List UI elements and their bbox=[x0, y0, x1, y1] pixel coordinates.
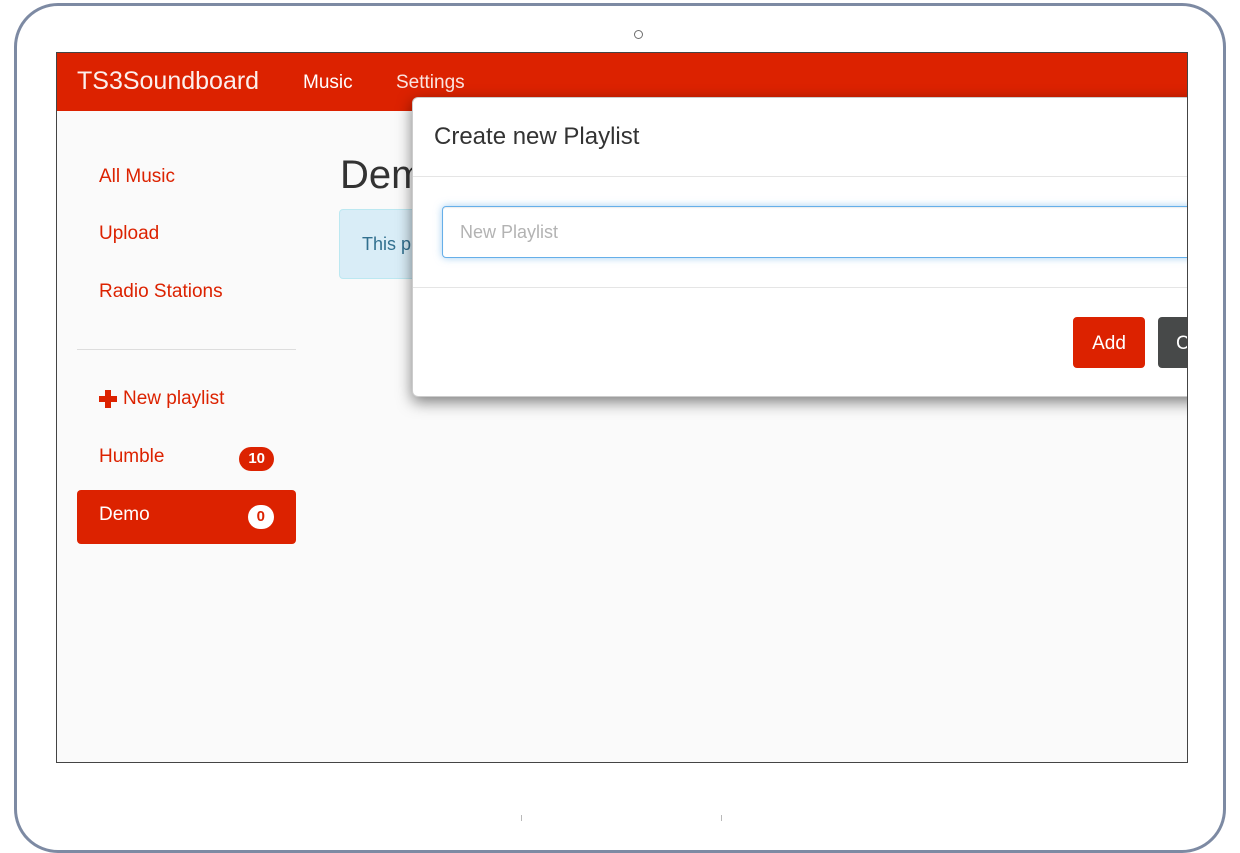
new-playlist-button[interactable]: New playlist bbox=[77, 374, 296, 428]
brand-logo[interactable]: TS3Soundboard bbox=[77, 67, 259, 96]
sidebar-divider bbox=[77, 349, 296, 350]
sidebar-item-all-music[interactable]: All Music bbox=[77, 152, 296, 206]
nav-settings[interactable]: Settings bbox=[396, 72, 465, 94]
sidebar-item-label: All Music bbox=[99, 166, 176, 187]
device-seam bbox=[721, 815, 722, 821]
sidebar-item-upload[interactable]: Upload bbox=[77, 209, 296, 263]
playlist-name-input[interactable] bbox=[442, 206, 1187, 258]
camera-icon bbox=[634, 30, 643, 39]
modal-header-divider bbox=[413, 176, 1187, 177]
plus-icon bbox=[99, 390, 117, 408]
modal-footer-divider bbox=[413, 287, 1187, 288]
sidebar-item-label: Radio Stations bbox=[99, 281, 223, 302]
playlist-label: Humble bbox=[99, 446, 165, 467]
playlist-count-badge: 10 bbox=[239, 447, 274, 471]
sidebar-playlist-demo[interactable]: Demo 0 bbox=[77, 490, 296, 544]
playlist-label: Demo bbox=[99, 504, 150, 525]
cancel-button[interactable]: C bbox=[1158, 317, 1187, 368]
sidebar-playlist-humble[interactable]: Humble 10 bbox=[77, 432, 296, 486]
playlist-count-badge: 0 bbox=[247, 505, 274, 529]
sidebar-item-label: Upload bbox=[99, 223, 160, 244]
create-playlist-modal: Create new Playlist Add C bbox=[412, 97, 1187, 397]
info-alert-text: This p bbox=[362, 234, 412, 254]
add-button[interactable]: Add bbox=[1073, 317, 1145, 368]
device-seam bbox=[521, 815, 522, 821]
modal-title: Create new Playlist bbox=[434, 123, 640, 150]
nav-music[interactable]: Music bbox=[303, 72, 353, 94]
new-playlist-label: New playlist bbox=[123, 388, 225, 409]
sidebar-item-radio-stations[interactable]: Radio Stations bbox=[77, 267, 296, 321]
app-screen: TS3Soundboard Music Settings All Music U… bbox=[56, 52, 1188, 763]
